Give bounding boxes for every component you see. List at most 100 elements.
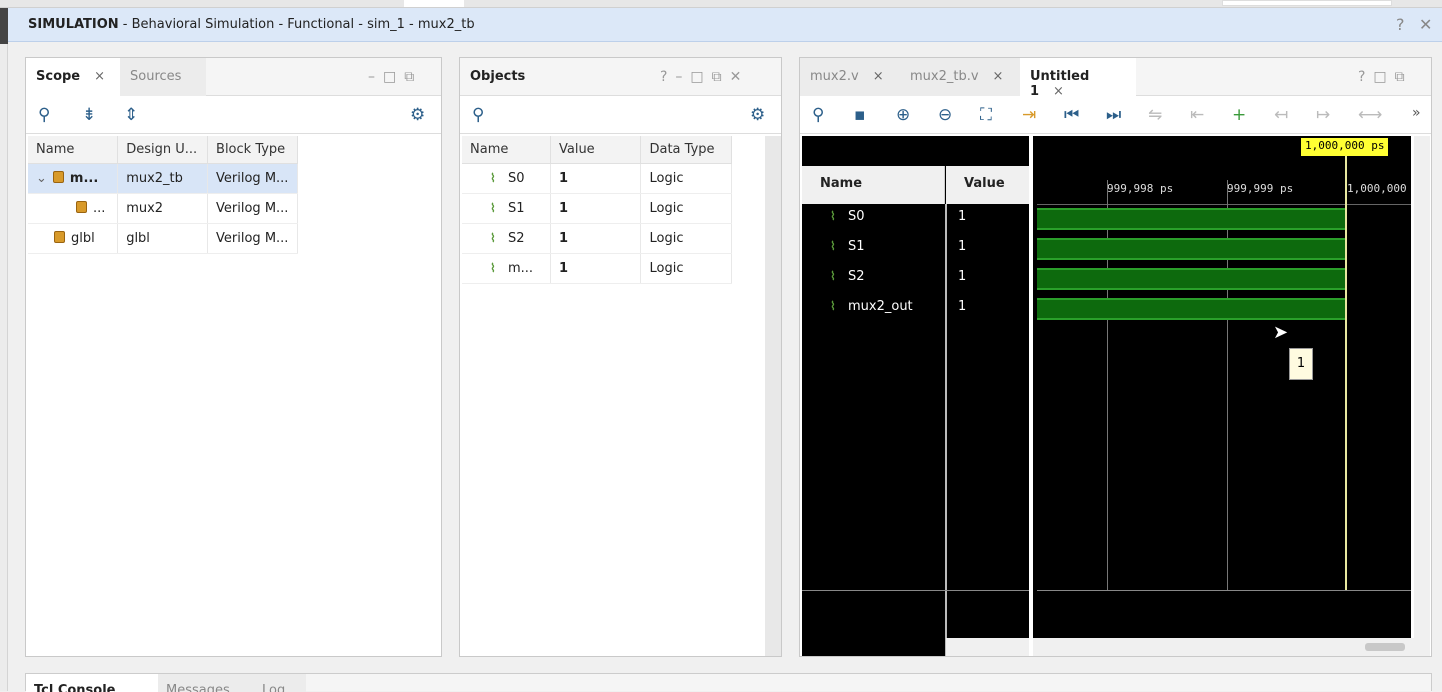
tab-tcl-console[interactable]: Tcl Console — [26, 674, 158, 692]
table-row[interactable]: ⌇ S2 1 Logic — [462, 223, 732, 254]
vertical-scrollbar[interactable] — [765, 136, 781, 656]
save-icon[interactable]: ▪ — [854, 105, 866, 125]
close-icon[interactable]: × — [94, 69, 105, 84]
waveform-canvas[interactable]: 1,000,000 ps 999,998 ps 999,999 ps 1,000… — [1033, 136, 1411, 638]
tab-untitled-1[interactable]: Untitled 1 × — [1020, 58, 1136, 99]
waveform-horizontal-scrollbar[interactable] — [1033, 638, 1430, 656]
waveform-bar-s0[interactable] — [1037, 208, 1345, 230]
tab-mux2-v[interactable]: mux2.v × — [800, 58, 900, 96]
scrollbar-thumb[interactable] — [1365, 643, 1405, 651]
left-edge-handle[interactable] — [0, 8, 8, 44]
wave-signal-name: S0 — [848, 209, 865, 224]
signal-icon: ⌇ — [490, 230, 496, 245]
gear-icon[interactable]: ⚙ — [410, 105, 425, 125]
tab-sources[interactable]: Sources — [120, 58, 206, 96]
object-value: 1 — [550, 193, 642, 224]
name-column-header[interactable]: Name — [802, 166, 945, 204]
waveform-bar-s2[interactable] — [1037, 268, 1345, 290]
previous-marker-icon: ↤ — [1274, 105, 1289, 125]
object-name: S2 — [508, 230, 525, 246]
waveform-panel-header: mux2.v × mux2_tb.v × Untitled 1 × ?□⧉ — [800, 58, 1431, 99]
search-icon[interactable]: ⚲ — [812, 105, 824, 125]
close-icon[interactable]: × — [993, 69, 1004, 84]
table-row[interactable]: glbl glbl Verilog M... — [28, 223, 298, 254]
vertical-scrollbar[interactable] — [1414, 136, 1430, 638]
block-type-cell: Verilog M... — [207, 193, 298, 224]
column-header-value[interactable]: Value — [550, 136, 642, 164]
wave-signal-row[interactable]: ⌇ S1 — [830, 239, 865, 254]
value-horizontal-scrollbar[interactable] — [946, 638, 1029, 656]
previous-transition-icon: ⇤ — [1190, 105, 1205, 125]
wave-signal-name: S2 — [848, 269, 865, 284]
expand-all-icon[interactable]: ⇕ — [124, 105, 138, 125]
object-name: m... — [508, 260, 534, 276]
time-ruler-line — [1037, 204, 1411, 205]
panel-window-controls-icon[interactable]: ?□⧉ — [1358, 69, 1413, 85]
signal-icon: ⌇ — [830, 269, 836, 283]
column-header-name[interactable]: Name — [462, 136, 551, 164]
name-header-label: Name — [820, 176, 863, 191]
top-search-field[interactable] — [1222, 0, 1392, 6]
search-icon[interactable]: ⚲ — [472, 105, 484, 125]
column-divider[interactable] — [945, 204, 947, 656]
title-text: - Behavioral Simulation - Functional - s… — [118, 17, 475, 32]
wave-signal-value: 1 — [958, 299, 967, 314]
time-tick-label: 999,999 ps — [1227, 182, 1294, 195]
add-marker-icon[interactable]: + — [1232, 105, 1246, 125]
wave-signal-row[interactable]: ⌇ S2 — [830, 269, 865, 284]
table-row[interactable]: ⌇ S1 1 Logic — [462, 193, 732, 224]
zoom-in-icon[interactable]: ⊕ — [896, 105, 910, 125]
tab-scope[interactable]: Scope × — [26, 58, 120, 96]
column-header-block-type[interactable]: Block Type — [207, 136, 298, 164]
zoom-fit-icon[interactable]: ⛶ — [980, 105, 992, 125]
column-header-design-unit[interactable]: Design U... — [117, 136, 209, 164]
expand-chevron-icon[interactable]: ⌄ — [36, 171, 47, 186]
column-header-name[interactable]: Name — [28, 136, 119, 164]
wave-signal-row[interactable]: ⌇ mux2_out — [830, 299, 913, 314]
objects-panel-header: Objects ?–□⧉✕ — [460, 58, 781, 96]
table-row[interactable]: ... mux2 Verilog M... — [28, 193, 298, 224]
signal-icon: ⌇ — [490, 170, 496, 185]
go-to-start-icon[interactable]: ⏮ — [1064, 105, 1079, 125]
close-icon[interactable]: × — [873, 69, 884, 84]
object-value: 1 — [550, 253, 642, 284]
search-icon[interactable]: ⚲ — [38, 105, 50, 125]
go-to-cursor-icon[interactable]: ⇥ — [1022, 105, 1036, 125]
gear-icon[interactable]: ⚙ — [750, 105, 765, 125]
zoom-out-icon[interactable]: ⊖ — [938, 105, 952, 125]
scope-toolbar: ⚲ ⇟ ⇕ ⚙ — [26, 96, 441, 134]
tab-log[interactable]: Log — [254, 674, 306, 692]
collapse-all-icon[interactable]: ⇟ — [82, 105, 96, 125]
top-tab[interactable] — [404, 0, 464, 7]
tab-mux2-tb-v[interactable]: mux2_tb.v × — [900, 58, 1020, 96]
waveform-bar-mux2-out[interactable] — [1037, 298, 1345, 320]
table-row[interactable]: ⌄ m... mux2_tb Verilog M... — [28, 163, 298, 194]
simulation-title-bar: SIMULATION - Behavioral Simulation - Fun… — [8, 8, 1442, 42]
design-unit-cell: mux2 — [117, 193, 209, 224]
waveform-bar-s1[interactable] — [1037, 238, 1345, 260]
signal-icon: ⌇ — [830, 239, 836, 253]
panel-window-controls-icon[interactable]: ?–□⧉✕ — [660, 69, 749, 85]
signal-icon: ⌇ — [830, 209, 836, 223]
help-icon[interactable]: ? — [1396, 15, 1405, 34]
time-cursor[interactable] — [1345, 156, 1347, 590]
time-tick-label: 999,998 ps — [1107, 182, 1174, 195]
tab-messages[interactable]: Messages — [158, 674, 254, 692]
wave-signal-row[interactable]: ⌇ S0 — [830, 209, 865, 224]
close-icon[interactable]: ✕ — [1419, 15, 1432, 34]
block-type-cell: Verilog M... — [207, 163, 298, 194]
column-header-data-type[interactable]: Data Type — [640, 136, 732, 164]
next-marker-icon: ↦ — [1316, 105, 1331, 125]
wave-signal-name: S1 — [848, 239, 865, 254]
table-row[interactable]: ⌇ m... 1 Logic — [462, 253, 732, 284]
table-row[interactable]: ⌇ S0 1 Logic — [462, 163, 732, 194]
wave-signal-value: 1 — [958, 239, 967, 254]
time-tick-label: 1,000,000 — [1347, 182, 1407, 195]
tab-label: mux2.v — [810, 69, 859, 84]
cursor-time-label: 1,000,000 ps — [1301, 138, 1389, 156]
value-column-header[interactable]: Value — [946, 166, 1029, 204]
panel-window-controls-icon[interactable]: –□⧉ — [368, 69, 422, 85]
go-to-end-icon[interactable]: ⏭ — [1106, 105, 1121, 125]
more-tools-icon[interactable]: » — [1412, 105, 1421, 121]
object-type: Logic — [640, 193, 732, 224]
